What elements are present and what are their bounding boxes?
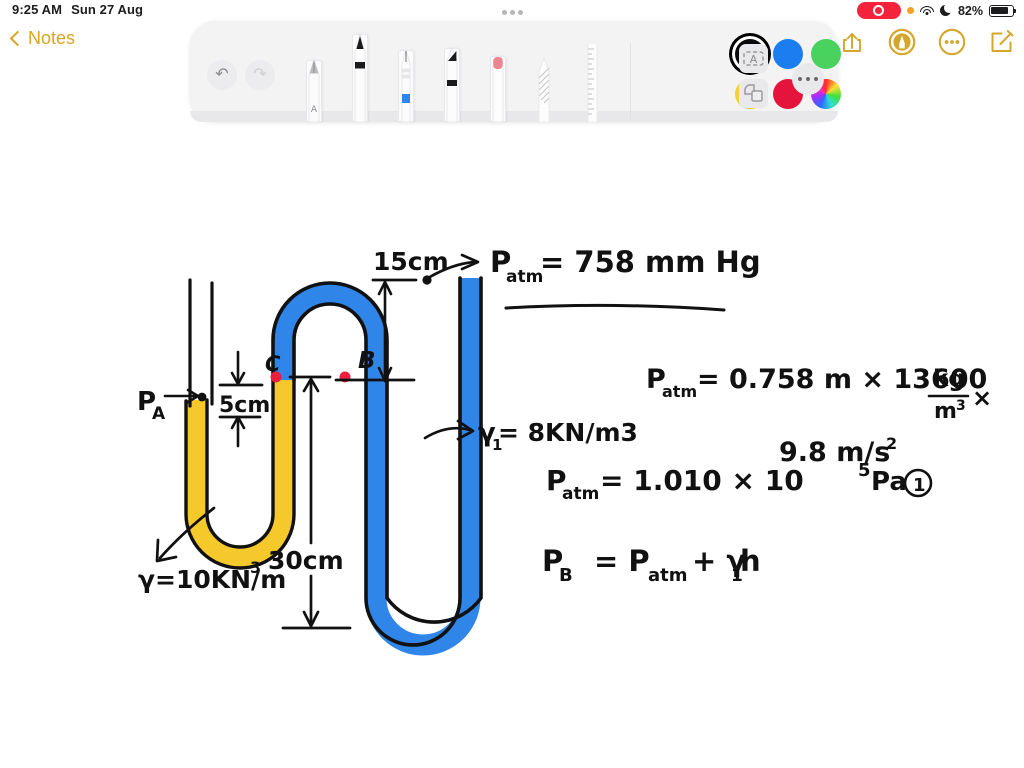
dimension-5cm-label: 5cm bbox=[219, 393, 270, 418]
compose-button[interactable] bbox=[988, 28, 1016, 56]
eq3-marker-number: 1 bbox=[913, 475, 926, 496]
fountain-pen-letter: A bbox=[311, 105, 318, 115]
status-bar: 9:25 AM Sun 27 Aug 82% bbox=[0, 0, 1024, 22]
handwritten-drawing: .stk { fill:none; stroke:#111; stroke-li… bbox=[137, 245, 992, 656]
fountain-pen-tool[interactable]: A bbox=[301, 60, 327, 122]
pen-tool[interactable] bbox=[347, 34, 373, 122]
equation-patm-result: P atm = 1.010 × 10 5 Pa 1 bbox=[546, 460, 933, 504]
wifi-icon bbox=[919, 5, 934, 16]
eq1-subscript: atm bbox=[506, 267, 543, 287]
markup-toolbar: ↶ ↷ A A bbox=[190, 21, 841, 122]
undo-icon: ↶ bbox=[215, 66, 229, 83]
dimension-5cm: 5cm bbox=[218, 350, 270, 448]
layers-button[interactable] bbox=[739, 79, 768, 108]
label-p-a-subscript: A bbox=[152, 404, 166, 424]
eq2-fraction-denominator: m bbox=[934, 399, 957, 424]
eq3-unit: Pa bbox=[871, 467, 907, 497]
eq3-subscript: atm bbox=[562, 484, 599, 504]
eq4-subscript: B bbox=[559, 565, 573, 586]
battery-icon bbox=[989, 4, 1017, 17]
eq3-exponent: 5 bbox=[858, 460, 871, 481]
eraser-tool[interactable] bbox=[485, 56, 511, 122]
eq4-h: h bbox=[740, 544, 761, 578]
toolbar-more-button[interactable] bbox=[792, 63, 824, 95]
eq2-subscript: atm bbox=[662, 382, 697, 401]
toolbar-divider bbox=[630, 43, 631, 122]
orange-privacy-dot-icon bbox=[906, 7, 914, 14]
eq2-fraction-denominator-exponent: 3 bbox=[956, 398, 966, 414]
do-not-disturb-moon-icon bbox=[939, 4, 952, 17]
label-gamma-blue: γ 1 = 8KN/m3 bbox=[423, 418, 638, 454]
point-a-marker bbox=[197, 392, 207, 402]
markup-button[interactable] bbox=[888, 28, 916, 56]
tool-row: A bbox=[285, 21, 725, 122]
eq4-mid: = P bbox=[594, 544, 650, 578]
equation-patm-expansion: P atm = 0.758 m × 13600 kg m 3 × 9.8 m/s… bbox=[646, 364, 992, 468]
eq4-mid-subscript: atm bbox=[648, 565, 688, 586]
notes-app-window: 9:25 AM Sun 27 Aug 82% Notes ↶ ↷ A A C B… bbox=[0, 0, 1024, 768]
nav-right-actions bbox=[838, 28, 1016, 56]
pencil-tool[interactable] bbox=[393, 50, 419, 122]
share-button[interactable] bbox=[838, 28, 866, 56]
lasso-tool[interactable] bbox=[531, 56, 557, 122]
label-point-b: B bbox=[358, 348, 376, 374]
undo-button[interactable]: ↶ bbox=[207, 60, 237, 90]
redo-icon: ↷ bbox=[253, 66, 267, 83]
text-box-button[interactable]: A bbox=[739, 44, 768, 73]
label-point-c: C bbox=[265, 352, 281, 376]
eq2-multiply: × bbox=[972, 384, 992, 412]
status-date: Sun 27 Aug bbox=[71, 2, 144, 17]
battery-percent: 82% bbox=[957, 3, 983, 18]
status-bar-right: 82% bbox=[856, 2, 1017, 19]
back-to-notes-button[interactable]: Notes bbox=[9, 28, 76, 49]
eq2-gravity-exponent: 2 bbox=[886, 434, 897, 453]
screen-recording-indicator-icon[interactable] bbox=[856, 2, 901, 19]
status-bar-left: 9:25 AM Sun 27 Aug bbox=[12, 2, 143, 17]
ruler-tool[interactable] bbox=[579, 43, 605, 122]
marker-tool[interactable] bbox=[439, 48, 465, 122]
status-time: 9:25 AM bbox=[12, 2, 63, 17]
label-gamma-yellow-exponent: 3 bbox=[250, 558, 261, 577]
note-canvas[interactable]: .stk { fill:none; stroke:#111; stroke-li… bbox=[0, 128, 1024, 768]
text-box-letter: A bbox=[750, 53, 758, 66]
eq3-rhs: = 1.010 × 10 bbox=[600, 464, 804, 497]
more-button[interactable] bbox=[938, 28, 966, 56]
back-button-label: Notes bbox=[28, 28, 76, 48]
eq2-fraction-numerator: kg bbox=[933, 366, 965, 392]
label-gamma-blue-rest: = 8KN/m3 bbox=[498, 418, 638, 447]
equation-patm-given: P atm = 758 mm Hg bbox=[490, 245, 761, 312]
label-gamma-yellow-text: γ=10KN/m bbox=[138, 565, 286, 594]
left-open-tube bbox=[188, 278, 214, 408]
eq1-rhs: = 758 mm Hg bbox=[540, 245, 761, 279]
chevron-left-icon bbox=[9, 30, 26, 47]
redo-button[interactable]: ↷ bbox=[245, 60, 275, 90]
equation-pb: P B = P atm + γ 1 h bbox=[542, 544, 761, 586]
